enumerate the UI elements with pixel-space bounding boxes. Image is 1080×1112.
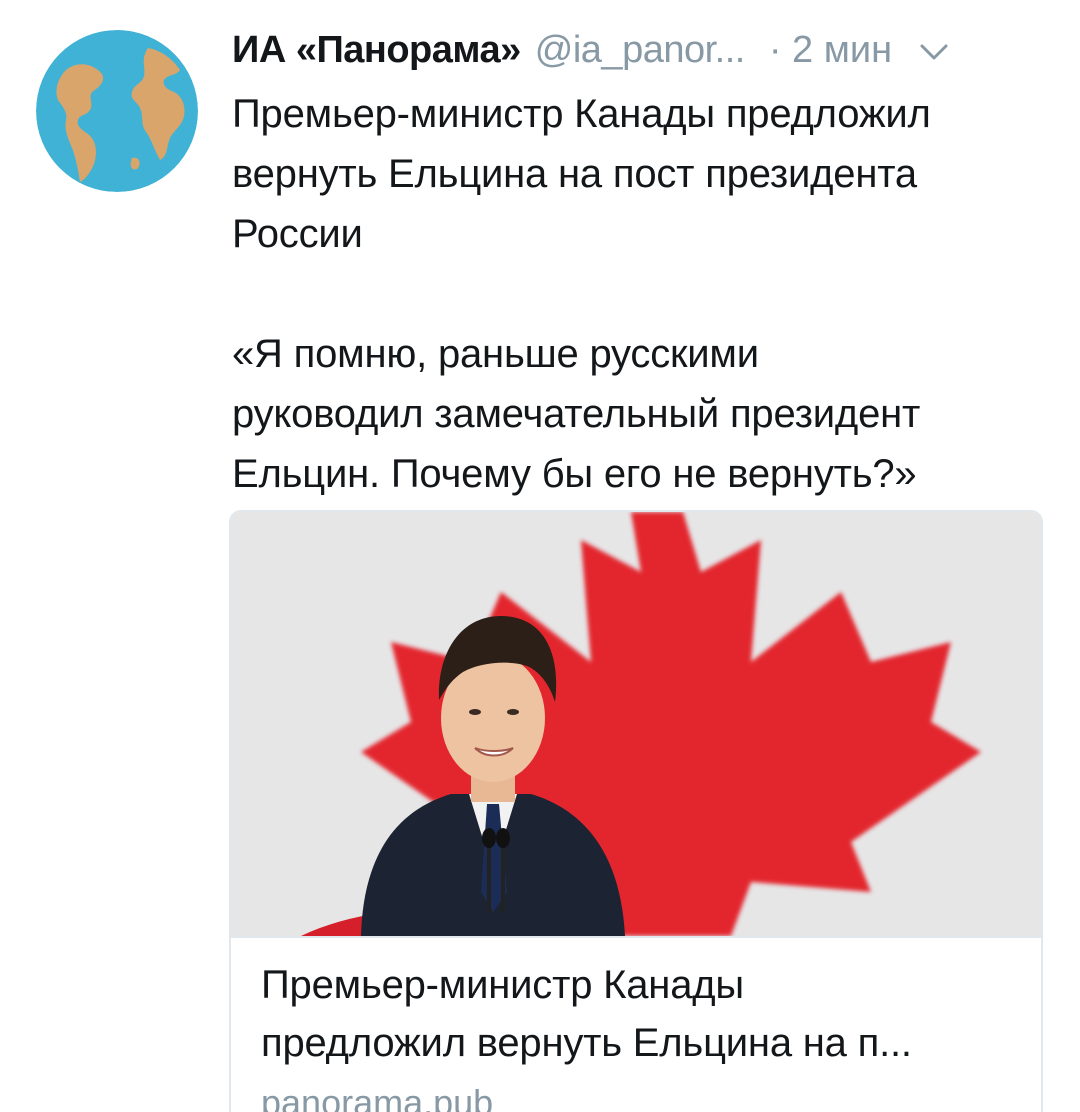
author-name[interactable]: ИА «Панорама» [232,29,521,72]
author-handle[interactable]: @ia_panor... [535,29,746,72]
link-card[interactable]: Премьер-министр Канады предложил вернуть… [229,510,1043,1112]
avatar[interactable] [36,30,198,192]
tweet-text: Премьер-министр Канады предложил вернуть… [232,92,931,496]
globe-icon [36,30,198,192]
tweet-timestamp[interactable]: · 2 мин [769,29,892,72]
previous-tweet-fragment [540,0,600,4]
card-image [231,512,1041,936]
card-domain[interactable]: panorama.pub [261,1082,493,1112]
chevron-down-icon[interactable] [914,30,954,70]
tweet[interactable]: ИА «Панорама» @ia_panor... · 2 мин Премь… [0,0,1080,1112]
card-divider [231,936,1041,938]
card-title[interactable]: Премьер-министр Канады предложил вернуть… [261,956,1011,1072]
tweet-header: ИА «Панорама» @ia_panor... · 2 мин [232,22,1052,78]
